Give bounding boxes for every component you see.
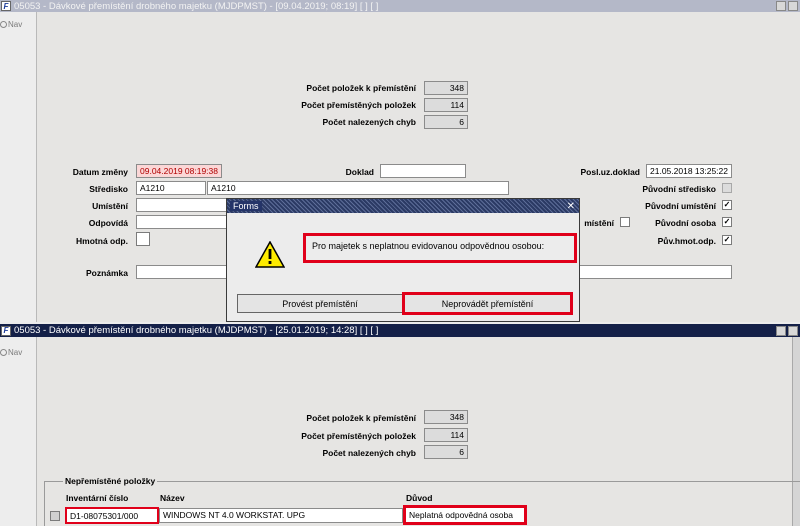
- forms-app-icon: F: [1, 1, 11, 11]
- hmotna-odp-label: Hmotná odp.: [76, 236, 128, 246]
- umisteni-field[interactable]: [136, 198, 228, 212]
- stat-value-moved: 114: [424, 98, 468, 112]
- column-header-reason: Důvod: [406, 493, 433, 503]
- puvodni-stredisko-checkbox[interactable]: [722, 183, 732, 193]
- dialog-titlebar[interactable]: Forms ✕: [227, 199, 579, 213]
- close-icon[interactable]: ✕: [567, 201, 575, 212]
- stat-value-moved: 114: [424, 428, 468, 442]
- skip-move-button[interactable]: Neprovádět přemístění: [402, 292, 573, 315]
- datum-zmeny-field[interactable]: 09.04.2019 08:19:38: [136, 164, 222, 178]
- window-controls: [776, 325, 798, 336]
- forms-app-icon: F: [1, 325, 11, 336]
- stat-label-to-move: Počet položek k přemístění: [306, 83, 416, 93]
- forms-dialog: Forms ✕ Pro majetek s neplatnou evidovan…: [226, 198, 580, 322]
- stat-value-errors: 6: [424, 445, 468, 459]
- stat-label-errors: Počet nalezených chyb: [322, 448, 416, 458]
- nav-icon: [0, 349, 7, 356]
- posl-uz-doklad-field[interactable]: 21.05.2018 13:25:22: [646, 164, 732, 178]
- dialog-title: Forms: [230, 201, 262, 211]
- puv-hmot-odp-label: Pův.hmot.odp.: [657, 236, 716, 246]
- bottom-window-title: 05053 - Dávkové přemístění drobného maje…: [14, 325, 379, 336]
- unmoved-items-title: Nepřemístěné položky: [63, 476, 158, 486]
- odpovida-label: Odpovídá: [88, 218, 128, 228]
- puvodni-umisteni-checkbox[interactable]: ✓: [722, 200, 732, 210]
- table-cell-name[interactable]: WINDOWS NT 4.0 WORKSTAT. UPG: [159, 508, 403, 523]
- poznamka-field[interactable]: [136, 265, 228, 279]
- poznamka-field-tail[interactable]: [578, 265, 732, 279]
- minimize-button[interactable]: [776, 1, 786, 11]
- posl-uz-doklad-label: Posl.uz.doklad: [580, 167, 640, 177]
- stat-label-errors: Počet nalezených chyb: [322, 117, 416, 127]
- stat-value-to-move: 348: [424, 410, 468, 424]
- column-header-inv: Inventární číslo: [66, 493, 129, 503]
- table-cell-reason[interactable]: Neplatná odpovědná osoba: [403, 505, 527, 525]
- checkbox-checked-icon: ✓: [723, 235, 731, 244]
- puv-hmot-odp-checkbox[interactable]: ✓: [722, 235, 732, 245]
- bottom-sidebar: [0, 337, 37, 526]
- row-selector[interactable]: [50, 511, 60, 521]
- maximize-button[interactable]: [788, 325, 798, 336]
- stat-label-moved: Počet přemístěných položek: [301, 431, 416, 441]
- bottom-nav-button[interactable]: Nav: [0, 348, 22, 357]
- umisteni-label: Umístění: [92, 201, 128, 211]
- nav-label: Nav: [8, 348, 23, 357]
- doklad-field[interactable]: [380, 164, 466, 178]
- warning-icon: [255, 241, 285, 268]
- poznamka-label: Poznámka: [85, 268, 128, 278]
- puvodni-stredisko-label: Původní středisko: [642, 184, 716, 194]
- nav-label: Nav: [8, 20, 23, 29]
- doklad-label: Doklad: [345, 167, 374, 177]
- execute-move-button[interactable]: Provést přemístění: [237, 294, 403, 313]
- maximize-button[interactable]: [788, 1, 798, 11]
- stredisko-name-field[interactable]: A1210: [207, 181, 509, 195]
- top-sidebar: [0, 12, 37, 322]
- top-window-titlebar[interactable]: F 05053 - Dávkové přemístění drobného ma…: [0, 0, 800, 12]
- dialog-message: Pro majetek s neplatnou evidovanou odpov…: [303, 233, 577, 263]
- top-window-title: 05053 - Dávkové přemístění drobného maje…: [14, 0, 379, 12]
- stat-value-errors: 6: [424, 115, 468, 129]
- bottom-window-titlebar[interactable]: F 05053 - Dávkové přemístění drobného ma…: [0, 324, 800, 337]
- stat-label-to-move: Počet položek k přemístění: [306, 413, 416, 423]
- window-controls: [776, 1, 798, 11]
- hmotna-odp-checkbox[interactable]: [136, 232, 150, 246]
- top-nav-button[interactable]: Nav: [0, 20, 22, 29]
- checkbox-checked-icon: ✓: [723, 200, 731, 209]
- checkbox-checked-icon: ✓: [723, 217, 731, 226]
- puvodni-osoba-label: Původní osoba: [655, 218, 716, 228]
- odpovida-field[interactable]: [136, 215, 228, 229]
- stat-label-moved: Počet přemístěných položek: [301, 100, 416, 110]
- stredisko-label: Středisko: [89, 184, 128, 194]
- puvodni-osoba-checkbox[interactable]: ✓: [722, 217, 732, 227]
- column-header-name: Název: [160, 493, 185, 503]
- minimize-button[interactable]: [776, 325, 786, 336]
- table-cell-inv[interactable]: D1-08075301/000: [65, 507, 159, 524]
- datum-zmeny-label: Datum změny: [72, 167, 128, 177]
- stat-value-to-move: 348: [424, 81, 468, 95]
- puvodni-umisteni-label: Původní umístění: [645, 201, 716, 211]
- stredisko-code-field[interactable]: A1210: [136, 181, 206, 195]
- nav-icon: [0, 21, 7, 28]
